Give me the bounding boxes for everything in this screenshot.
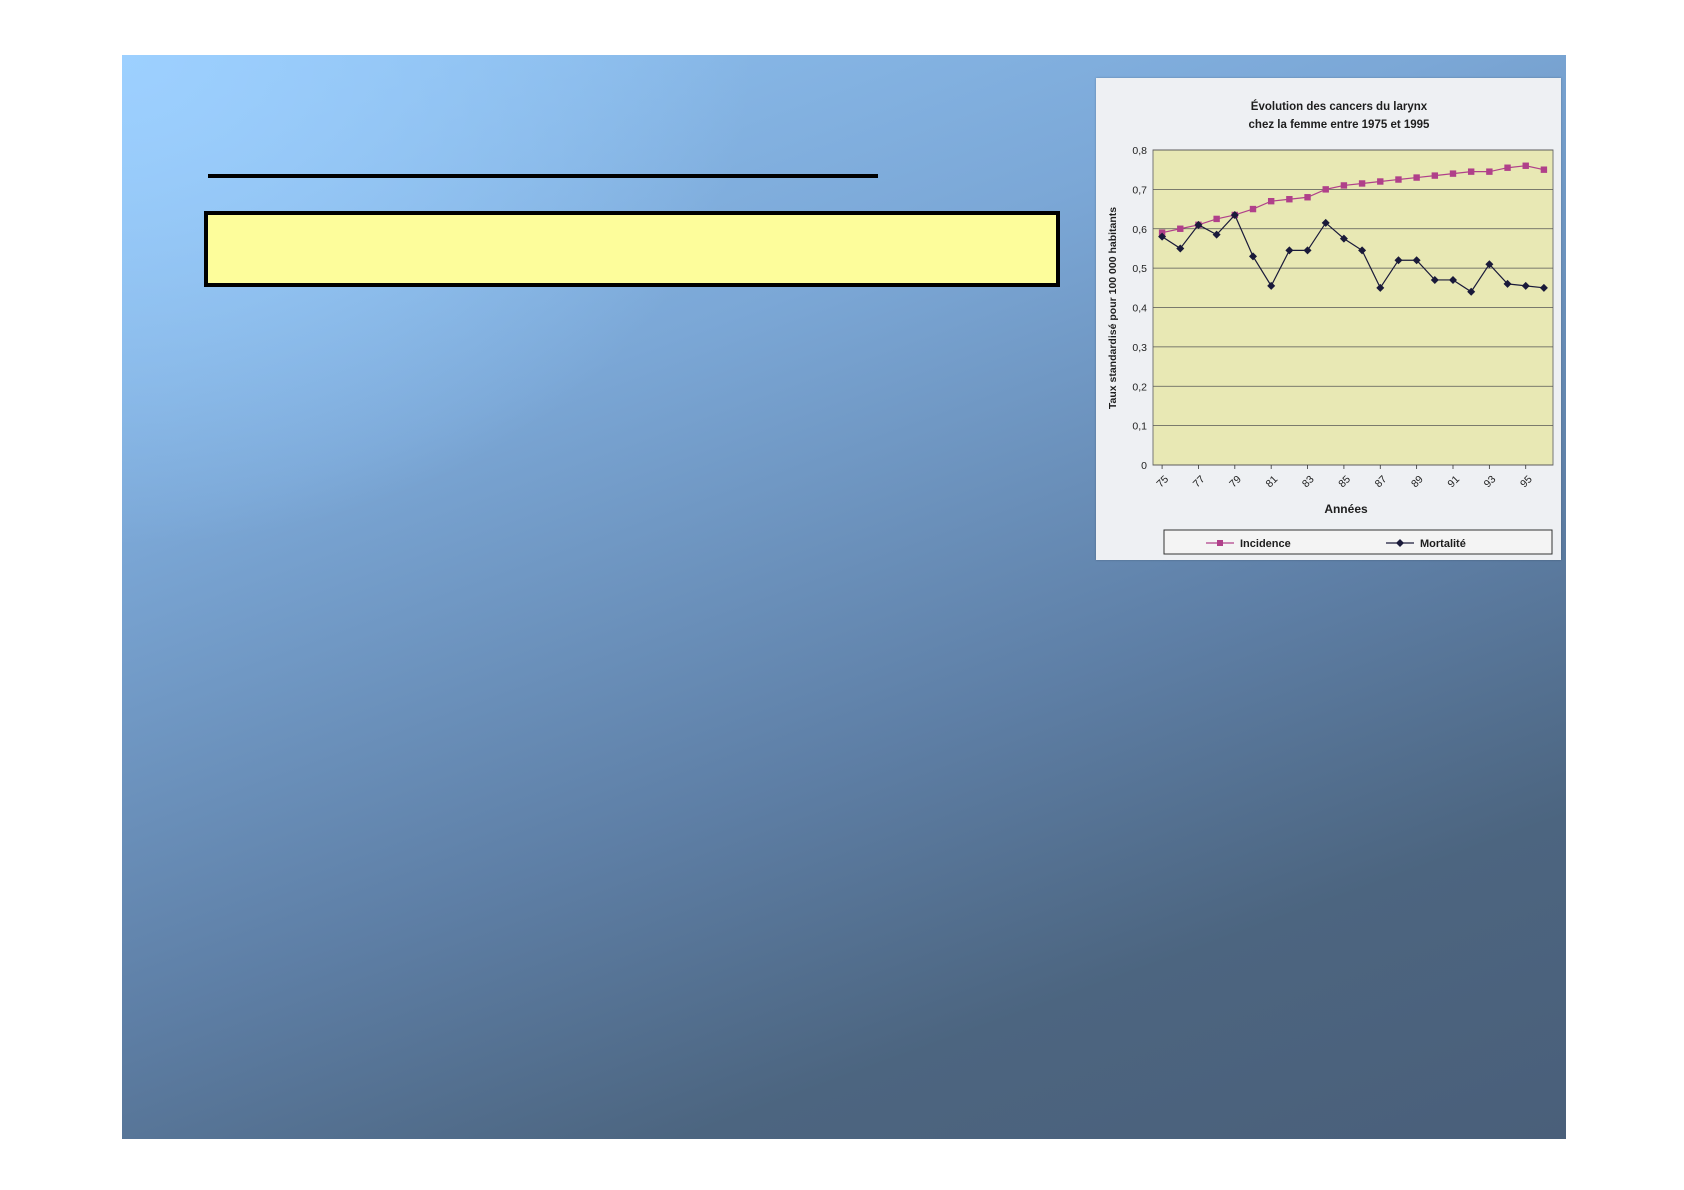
legend: Incidence Mortalité — [1163, 529, 1553, 555]
x-tick-label: 85 — [1336, 473, 1353, 490]
y-tick-label: 0 — [1141, 460, 1147, 472]
x-tick-label: 75 — [1154, 473, 1171, 490]
chart-title-line2: chez la femme entre 1975 et 1995 — [1249, 119, 1431, 131]
slide: Évolution des cancers du larynx chez la … — [122, 55, 1566, 1139]
data-point — [1522, 162, 1529, 169]
data-point — [1413, 174, 1420, 181]
y-tick-label: 0,1 — [1132, 421, 1147, 433]
data-point — [1249, 205, 1257, 213]
data-point — [1540, 166, 1548, 173]
y-axis-label: Taux standardisé pour 100 000 habitants — [1107, 207, 1119, 409]
data-point — [1395, 176, 1402, 183]
x-tick-label: 95 — [1518, 473, 1535, 490]
x-tick-label: 93 — [1482, 473, 1499, 490]
x-tick-label: 81 — [1264, 473, 1281, 490]
x-tick-label: 77 — [1191, 473, 1208, 490]
y-tick-label: 0,7 — [1132, 184, 1147, 196]
data-point — [1358, 180, 1366, 187]
x-tick-labels: 75 77 79 81 83 85 87 89 91 93 95 — [1154, 465, 1535, 490]
chart-title-line1: Évolution des cancers du larynx — [1251, 100, 1428, 113]
y-tick-label: 0,4 — [1132, 303, 1147, 315]
x-tick-label: 89 — [1409, 473, 1426, 490]
data-point — [1286, 196, 1293, 203]
data-point — [1177, 225, 1184, 232]
legend-label: Mortalité — [1420, 538, 1466, 550]
data-point — [1322, 186, 1329, 193]
data-point — [1377, 178, 1384, 185]
data-point — [1431, 172, 1439, 179]
y-tick-label: 0,3 — [1132, 342, 1147, 354]
chart-svg: Évolution des cancers du larynx chez la … — [1107, 100, 1554, 555]
data-point — [1213, 215, 1220, 223]
x-axis-label: Années — [1324, 502, 1368, 516]
y-tick-label: 0,8 — [1132, 145, 1147, 157]
y-tick-label: 0,5 — [1132, 263, 1147, 275]
data-point — [1504, 164, 1511, 171]
data-point — [1267, 197, 1275, 205]
x-tick-label: 83 — [1300, 473, 1317, 490]
y-tick-label: 0,2 — [1132, 381, 1147, 393]
legend-marker — [1217, 540, 1223, 546]
data-point — [1486, 168, 1493, 175]
title-underline — [208, 174, 878, 178]
highlight-box — [204, 211, 1060, 287]
y-tick-labels: 0 0,1 0,2 0,3 0,4 0,5 0,6 0,7 0,8 — [1132, 145, 1147, 472]
x-tick-label: 79 — [1227, 473, 1244, 490]
data-point — [1449, 170, 1457, 177]
data-point — [1304, 194, 1311, 201]
y-tick-label: 0,6 — [1132, 224, 1147, 236]
x-tick-label: 91 — [1445, 473, 1462, 490]
data-point — [1467, 168, 1475, 175]
data-point — [1340, 182, 1348, 189]
legend-label: Incidence — [1240, 538, 1291, 550]
x-tick-label: 87 — [1373, 473, 1390, 490]
chart-figure: Évolution des cancers du larynx chez la … — [1096, 78, 1561, 560]
